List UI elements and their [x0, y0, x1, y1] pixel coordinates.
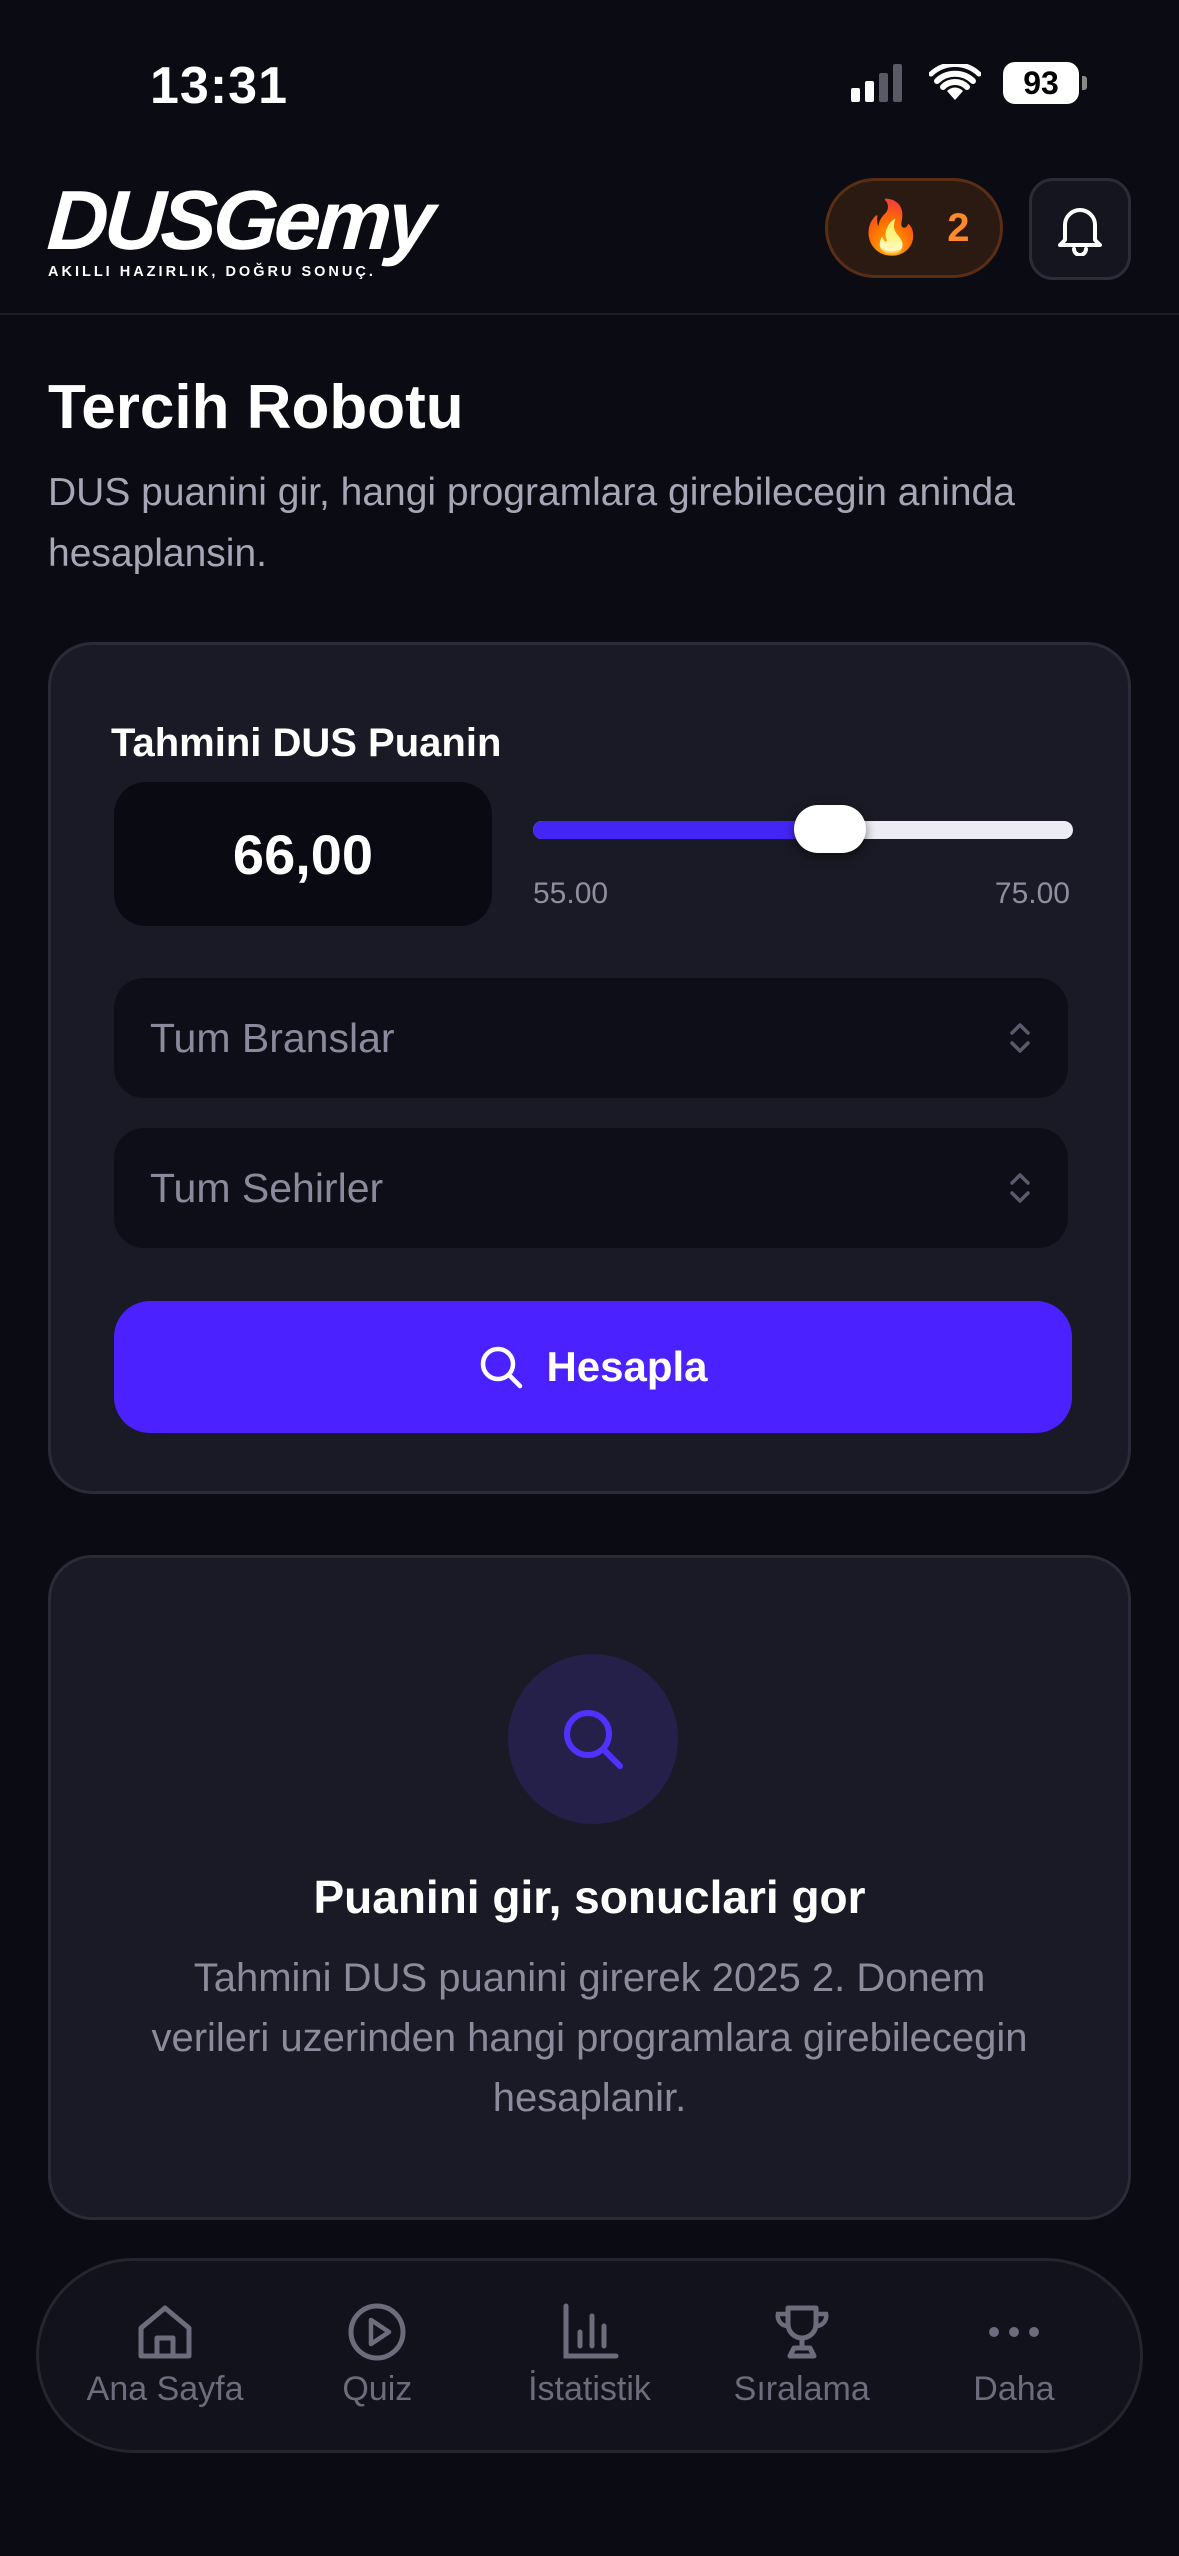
status-time: 13:31 [150, 57, 288, 115]
status-bar: 13:31 93 [0, 0, 1179, 170]
page-title: Tercih Robotu [48, 373, 464, 442]
battery-level: 93 [1023, 64, 1059, 101]
battery-tip [1082, 76, 1087, 90]
empty-state-description: Tahmini DUS puanini girerek 2025 2. Done… [151, 1956, 1028, 2120]
fire-icon: 🔥 [858, 199, 924, 257]
streak-badge[interactable]: 🔥 2 [825, 178, 1003, 278]
logo-wordmark: DUSGemy [44, 173, 435, 267]
slider-min-label: 55.00 [533, 877, 609, 910]
nav-label: İstatistik [528, 2370, 651, 2408]
app-header: DUSGemy AKILLI HAZIRLIK, DOĞRU SONUÇ. 🔥 … [0, 170, 1179, 315]
nav-item-more[interactable]: Daha [908, 2261, 1120, 2450]
empty-state-icon-circle [508, 1654, 678, 1824]
calculate-button-label: Hesapla [546, 1343, 708, 1390]
trophy-icon [775, 2305, 829, 2359]
play-icon [348, 2303, 406, 2361]
wifi-icon [929, 64, 981, 100]
nav-item-statistics[interactable]: İstatistik [483, 2261, 695, 2450]
page-subtitle: DUS puanini gir, hangi programlara gireb… [48, 471, 1015, 575]
notifications-button[interactable] [1029, 178, 1131, 280]
empty-state-title: Puanini gir, sonuclari gor [313, 1871, 866, 1923]
city-select-value: Tum Sehirler [150, 1164, 384, 1211]
slider-max-label: 75.00 [994, 877, 1070, 910]
empty-state-card: Puanini gir, sonuclari gor Tahmini DUS p… [48, 1555, 1131, 2220]
app-logo[interactable]: DUSGemy AKILLI HAZIRLIK, DOĞRU SONUÇ. [44, 173, 435, 280]
nav-label: Daha [973, 2370, 1055, 2408]
battery-indicator: 93 [1003, 62, 1087, 104]
home-icon [138, 2305, 192, 2359]
branch-select-value: Tum Branslar [150, 1014, 395, 1061]
nav-label: Ana Sayfa [86, 2370, 244, 2408]
chevron-updown-icon [1010, 1023, 1030, 1053]
more-icon [988, 2327, 1039, 2337]
score-input[interactable]: 66,00 [114, 782, 492, 926]
nav-item-ranking[interactable]: Sıralama [696, 2261, 908, 2450]
streak-count: 2 [947, 205, 970, 250]
nav-label: Sıralama [733, 2370, 870, 2408]
bell-icon [1058, 208, 1102, 256]
search-icon [481, 1346, 523, 1389]
bottom-navigation: Ana Sayfa Quiz İstatistik Sıralama Daha [36, 2258, 1143, 2453]
slider-fill [533, 821, 830, 839]
city-select[interactable]: Tum Sehirler [114, 1128, 1068, 1248]
nav-item-home[interactable]: Ana Sayfa [59, 2261, 271, 2450]
chevron-updown-icon [1010, 1173, 1030, 1203]
nav-label: Quiz [342, 2370, 413, 2408]
slider-thumb[interactable] [794, 805, 866, 853]
tercih-robotu-screen: 13:31 93 DUSGemy AKILLI HAZIRLIK, DOĞRU … [0, 0, 1179, 2556]
score-form-card: Tahmini DUS Puanin 66,00 55.00 75.00 Tum… [48, 642, 1131, 1494]
score-label: Tahmini DUS Puanin [111, 721, 502, 765]
chart-icon [563, 2303, 618, 2359]
nav-item-quiz[interactable]: Quiz [271, 2261, 483, 2450]
signal-icon [851, 64, 902, 102]
score-slider[interactable] [533, 805, 1073, 875]
search-icon [564, 1710, 623, 1769]
calculate-button[interactable]: Hesapla [114, 1301, 1072, 1433]
status-indicators: 93 [851, 62, 1087, 104]
branch-select[interactable]: Tum Branslar [114, 978, 1068, 1098]
